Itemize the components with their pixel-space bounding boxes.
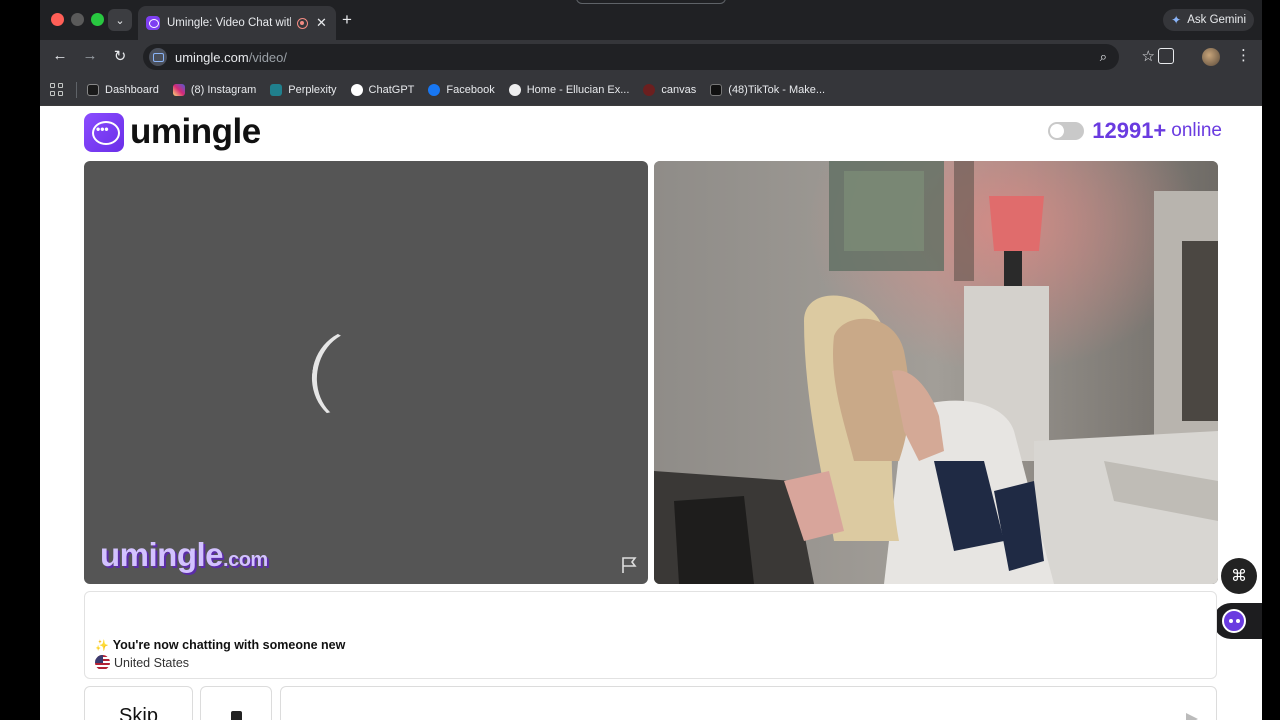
bookmarks-divider bbox=[76, 81, 77, 98]
loading-spinner-icon bbox=[305, 323, 409, 431]
window-notch bbox=[576, 0, 726, 4]
apps-menu-button[interactable]: ⌘ bbox=[1221, 558, 1257, 594]
canvas-favicon-icon bbox=[643, 83, 656, 96]
umingle-favicon-icon bbox=[146, 16, 160, 30]
remote-video-feed bbox=[654, 161, 1218, 584]
site-info-icon[interactable] bbox=[149, 48, 167, 66]
bookmark-label: canvas bbox=[661, 83, 697, 96]
zoom-icon[interactable]: ⌕ bbox=[1100, 44, 1107, 70]
new-tab-button[interactable]: + bbox=[342, 10, 352, 30]
tab-search-button[interactable]: ⌄ bbox=[108, 9, 132, 31]
bookmark-tiktok[interactable]: (48)TikTok - Make... bbox=[710, 83, 826, 96]
chevron-down-icon: ⌄ bbox=[115, 14, 125, 27]
chat-log: ✨ You're now chatting with someone new U… bbox=[84, 591, 1217, 679]
bookmark-chatgpt[interactable]: ChatGPT bbox=[350, 83, 415, 96]
watermark-domain: .com bbox=[223, 549, 268, 571]
remote-video-panel bbox=[654, 161, 1218, 584]
bookmark-label: ChatGPT bbox=[368, 83, 415, 96]
bookmark-ellucian[interactable]: Home - Ellucian Ex... bbox=[508, 83, 630, 96]
apps-grid-icon[interactable] bbox=[50, 82, 64, 97]
address-bar[interactable]: umingle.com/video/ ⌕ ☆ bbox=[143, 44, 1155, 70]
browser-window: ⌄ Umingle: Video Chat with ✕ + ✦ Ask Gem… bbox=[40, 0, 1262, 720]
profile-avatar[interactable] bbox=[1202, 48, 1220, 66]
recording-icon bbox=[297, 17, 308, 29]
tab-title: Umingle: Video Chat with bbox=[167, 17, 291, 29]
watermark-text: umingle bbox=[100, 536, 224, 573]
url-host: umingle.com bbox=[175, 49, 249, 65]
tab-strip: ⌄ Umingle: Video Chat with ✕ + ✦ Ask Gem… bbox=[40, 0, 1262, 40]
chat-assistant-button[interactable] bbox=[1213, 603, 1262, 639]
chat-bubble-icon bbox=[84, 112, 124, 152]
bookmark-dashboard[interactable]: Dashboard bbox=[87, 83, 159, 96]
ask-gemini-button[interactable]: ✦ Ask Gemini bbox=[1163, 9, 1254, 31]
tab-umingle[interactable]: Umingle: Video Chat with ✕ bbox=[138, 6, 336, 40]
bookmark-perplexity[interactable]: Perplexity bbox=[270, 83, 337, 96]
bookmark-label: Perplexity bbox=[288, 83, 337, 96]
bookmark-star-icon[interactable]: ☆ bbox=[1142, 44, 1155, 70]
close-window-button[interactable] bbox=[51, 13, 64, 26]
browser-toolbar: ← → ↻ umingle.com/video/ ⌕ ☆ ⋮ bbox=[40, 40, 1262, 74]
perplexity-favicon-icon bbox=[270, 83, 283, 96]
bookmark-label: (48)TikTok - Make... bbox=[728, 83, 826, 96]
chat-status-text: You're now chatting with someone new bbox=[112, 638, 346, 652]
site-logo[interactable]: umingle bbox=[84, 112, 261, 152]
reload-icon[interactable]: ↻ bbox=[110, 47, 130, 65]
bookmark-label: Facebook bbox=[446, 83, 495, 96]
maximize-window-button[interactable] bbox=[91, 13, 104, 26]
bookmark-canvas[interactable]: canvas bbox=[643, 83, 697, 96]
partner-country: United States bbox=[95, 655, 189, 670]
bookmark-instagram[interactable]: (8) Instagram bbox=[172, 83, 257, 96]
gemini-sparkle-icon: ✦ bbox=[1171, 13, 1182, 27]
robot-icon bbox=[1222, 609, 1246, 633]
ask-gemini-label: Ask Gemini bbox=[1187, 14, 1246, 26]
sparkle-icon: ✨ bbox=[95, 639, 109, 652]
send-icon[interactable] bbox=[1186, 713, 1198, 720]
tab-close-icon[interactable]: ✕ bbox=[316, 15, 327, 31]
back-arrow-icon[interactable]: ← bbox=[50, 47, 70, 64]
instagram-favicon-icon bbox=[172, 83, 185, 96]
dashboard-favicon-icon bbox=[87, 83, 99, 96]
extensions-icon[interactable] bbox=[1158, 48, 1174, 64]
bookmarks-bar: Dashboard (8) Instagram Perplexity ChatG… bbox=[40, 74, 1262, 106]
chatgpt-favicon-icon bbox=[350, 83, 363, 96]
bookmark-label: Home - Ellucian Ex... bbox=[526, 83, 630, 96]
screen: ⌄ Umingle: Video Chat with ✕ + ✦ Ask Gem… bbox=[0, 0, 1280, 720]
theme-toggle[interactable] bbox=[1048, 122, 1085, 140]
browser-menu-icon[interactable]: ⋮ bbox=[1236, 46, 1251, 64]
command-icon: ⌘ bbox=[1231, 568, 1247, 585]
skip-button[interactable]: Skip bbox=[84, 686, 193, 720]
umingle-page: umingle 12991+ online umingle.com bbox=[40, 106, 1262, 720]
online-label: online bbox=[1171, 120, 1222, 141]
bookmark-facebook[interactable]: Facebook bbox=[428, 83, 495, 96]
bookmark-label: Dashboard bbox=[105, 83, 159, 96]
us-flag-icon bbox=[95, 655, 110, 670]
local-video-panel: umingle.com bbox=[84, 161, 648, 584]
tiktok-favicon-icon bbox=[710, 83, 723, 96]
minimize-window-button[interactable] bbox=[71, 13, 84, 26]
logo-text: umingle bbox=[130, 112, 261, 151]
stop-button[interactable] bbox=[200, 686, 272, 720]
video-watermark: umingle.com bbox=[100, 536, 268, 574]
forward-arrow-icon[interactable]: → bbox=[80, 47, 100, 64]
message-input[interactable] bbox=[280, 686, 1217, 720]
bookmark-label: (8) Instagram bbox=[190, 83, 257, 96]
report-flag-icon[interactable] bbox=[620, 556, 638, 574]
online-count: 12991+ bbox=[1092, 118, 1167, 143]
chat-status-message: ✨ You're now chatting with someone new bbox=[95, 638, 345, 652]
url-path: /video/ bbox=[248, 49, 288, 65]
ellucian-favicon-icon bbox=[508, 83, 521, 96]
partner-country-label: United States bbox=[114, 655, 190, 670]
facebook-favicon-icon bbox=[428, 83, 441, 96]
online-indicator: 12991+ online bbox=[1048, 118, 1222, 144]
